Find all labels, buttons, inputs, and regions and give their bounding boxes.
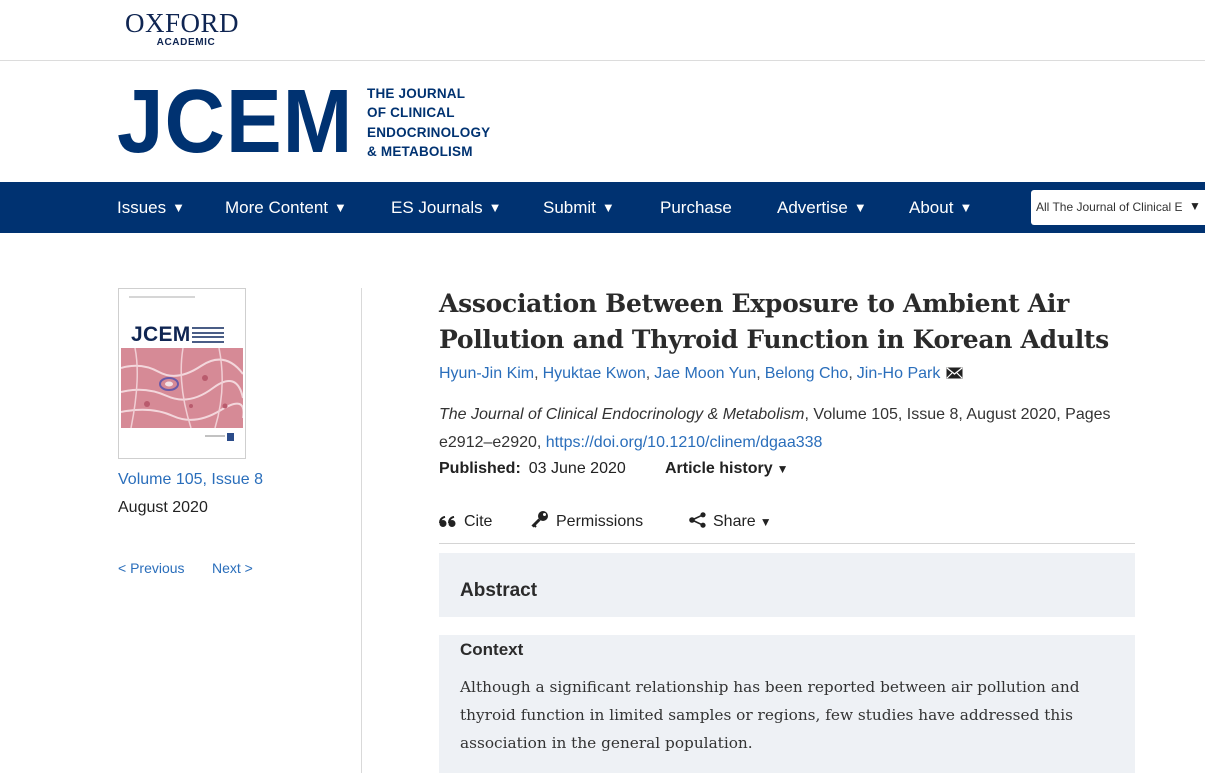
author-list: Hyun-Jin Kim, Hyuktae Kwon, Jae Moon Yun, B… bbox=[439, 362, 963, 386]
nav-item-submit[interactable]: Submit ▼ bbox=[543, 182, 615, 233]
search-scope-select[interactable]: All The Journal of Clinical E ▼ bbox=[1031, 190, 1205, 225]
cover-journal-name-lines bbox=[192, 327, 224, 345]
share-label: Share bbox=[713, 513, 756, 530]
cite-button[interactable]: Cite bbox=[439, 510, 492, 534]
permissions-button[interactable]: Permissions bbox=[531, 510, 643, 534]
key-icon bbox=[531, 511, 548, 528]
journal-name-line: & METABOLISM bbox=[367, 143, 473, 159]
jcem-logo[interactable]: JCEM bbox=[117, 77, 353, 167]
journal-name-line: ENDOCRINOLOGY bbox=[367, 124, 491, 140]
cover-journal-logo: JCEM bbox=[131, 323, 191, 346]
chevron-down-icon: ▼ bbox=[601, 200, 615, 215]
published-date: 03 June 2020 bbox=[528, 460, 626, 477]
quote-icon bbox=[439, 515, 456, 527]
citation-journal: The Journal of Clinical Endocrinology & … bbox=[439, 406, 805, 423]
tools-divider bbox=[439, 543, 1135, 544]
oxford-logo-sub: ACADEMIC bbox=[156, 37, 216, 48]
nav-item-label: About bbox=[909, 198, 954, 217]
issue-cover-image[interactable]: JCEM bbox=[118, 288, 246, 459]
abstract-header-box: Abstract bbox=[439, 553, 1135, 617]
nav-item-more-content[interactable]: More Content ▼ bbox=[225, 182, 347, 233]
journal-full-name[interactable]: THE JOURNAL OF CLINICAL ENDOCRINOLOGY & … bbox=[367, 84, 497, 161]
author-link[interactable]: Jae Moon Yun bbox=[654, 365, 756, 382]
article-history-label: Article history bbox=[665, 460, 773, 477]
abstract-context-section: Context Although a significant relations… bbox=[439, 635, 1135, 773]
search-scope-value: All The Journal of Clinical E bbox=[1036, 200, 1183, 214]
article-title: Association Between Exposure to Ambient … bbox=[439, 289, 1109, 354]
oxford-academic-bar: OXFORD ACADEMIC bbox=[0, 0, 1205, 61]
cover-histology-image bbox=[121, 348, 243, 428]
chevron-down-icon: ▼ bbox=[853, 200, 867, 215]
author-link[interactable]: Hyuktae Kwon bbox=[543, 365, 646, 382]
article-history-toggle[interactable]: Article history ▼ bbox=[665, 457, 788, 481]
published-info: Published: 03 June 2020 bbox=[439, 457, 626, 481]
share-button[interactable]: Share ▼ bbox=[689, 510, 772, 534]
issue-date: August 2020 bbox=[118, 499, 208, 516]
permissions-label: Permissions bbox=[556, 513, 644, 530]
chevron-down-icon: ▼ bbox=[172, 200, 186, 215]
cite-label: Cite bbox=[464, 513, 493, 530]
nav-item-label: ES Journals bbox=[391, 198, 483, 217]
nav-item-label: Issues bbox=[117, 198, 167, 217]
nav-item-es-journals[interactable]: ES Journals ▼ bbox=[391, 182, 502, 233]
citation-block: The Journal of Clinical Endocrinology & … bbox=[439, 401, 1139, 457]
chevron-down-icon: ▼ bbox=[959, 200, 973, 215]
main-navigation: Issues ▼ More Content ▼ ES Journals ▼ Submi… bbox=[0, 182, 1205, 233]
cover-header-line bbox=[129, 296, 195, 298]
chevron-down-icon: ▼ bbox=[776, 462, 789, 476]
chevron-down-icon: ▼ bbox=[1189, 199, 1201, 213]
author-link[interactable]: Jin-Ho Park bbox=[857, 365, 941, 382]
chevron-down-icon: ▼ bbox=[488, 200, 502, 215]
context-paragraph: Although a significant relationship has … bbox=[460, 678, 1080, 752]
column-divider bbox=[361, 288, 362, 773]
chevron-down-icon: ▼ bbox=[334, 200, 347, 215]
envelope-icon[interactable] bbox=[946, 363, 963, 379]
nav-item-issues[interactable]: Issues ▼ bbox=[117, 182, 185, 233]
oxford-logo-word: OXFORD bbox=[124, 8, 240, 38]
author-link[interactable]: Hyun-Jin Kim bbox=[439, 365, 534, 382]
cover-publisher-mark bbox=[205, 433, 234, 441]
nav-item-label: Submit bbox=[543, 198, 596, 217]
doi-link[interactable]: https://doi.org/10.1210/clinem/dgaa338 bbox=[546, 434, 823, 451]
nav-item-label: More Content bbox=[225, 198, 328, 217]
abstract-heading: Abstract bbox=[460, 580, 538, 601]
nav-item-purchase[interactable]: Purchase bbox=[660, 182, 732, 233]
share-icon bbox=[689, 512, 706, 528]
context-heading: Context bbox=[460, 640, 524, 659]
nav-item-about[interactable]: About ▼ bbox=[909, 182, 972, 233]
nav-item-label: Purchase bbox=[660, 198, 732, 217]
next-issue-link[interactable]: Next > bbox=[212, 558, 253, 578]
nav-item-label: Advertise bbox=[777, 198, 848, 217]
journal-name-line: OF CLINICAL bbox=[367, 105, 455, 121]
oxford-academic-logo[interactable]: OXFORD ACADEMIC bbox=[117, 10, 247, 49]
nav-item-advertise[interactable]: Advertise ▼ bbox=[777, 182, 867, 233]
published-label: Published: bbox=[439, 460, 521, 477]
previous-issue-link[interactable]: < Previous bbox=[118, 558, 185, 578]
issue-link[interactable]: Volume 105, Issue 8 bbox=[118, 468, 263, 492]
chevron-down-icon: ▼ bbox=[759, 515, 772, 529]
journal-name-line: THE JOURNAL bbox=[367, 86, 466, 101]
author-link[interactable]: Belong Cho bbox=[765, 365, 849, 382]
journal-masthead: JCEM THE JOURNAL OF CLINICAL ENDOCRINOLO… bbox=[0, 61, 1205, 182]
